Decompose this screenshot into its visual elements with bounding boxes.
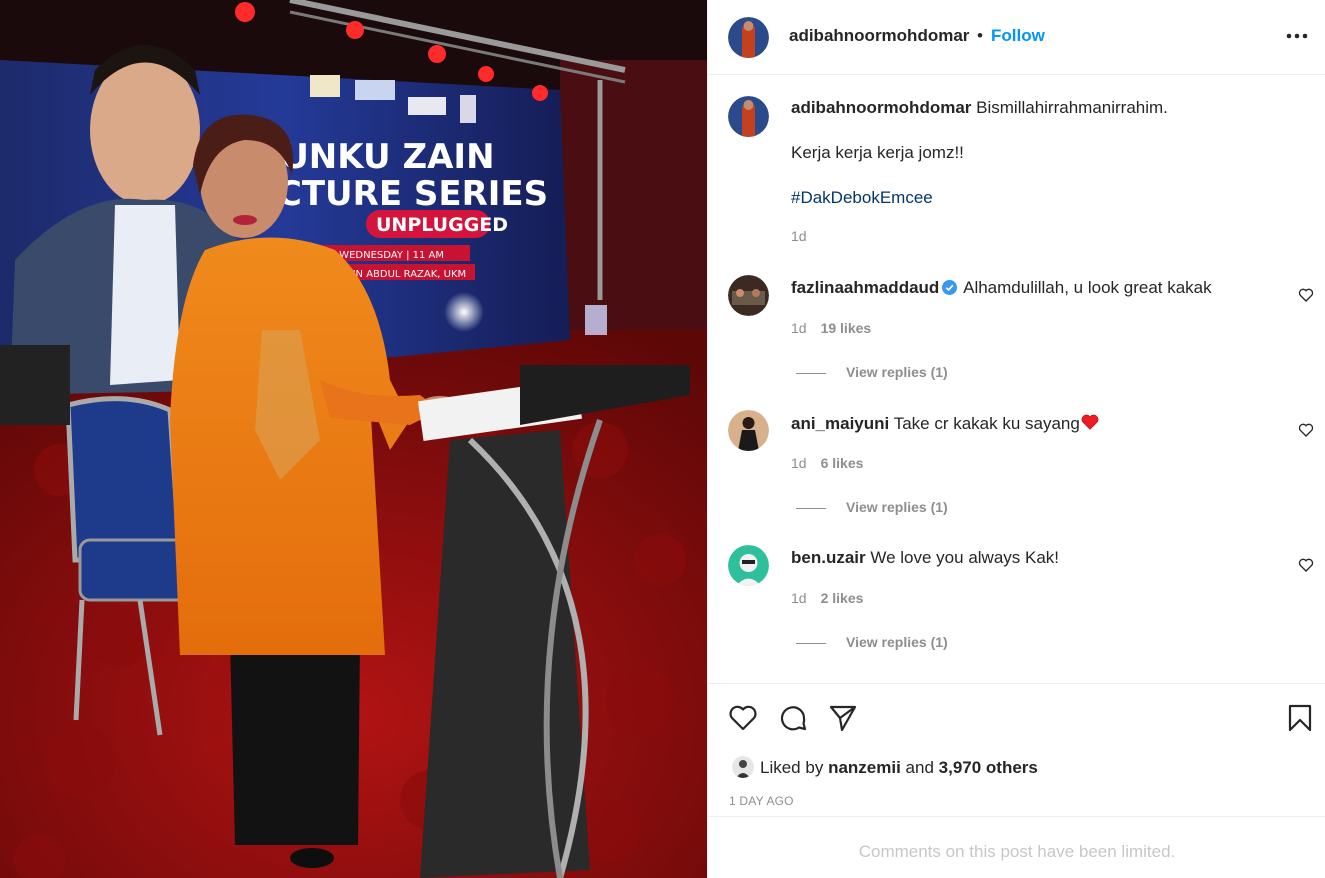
caption-hashtag[interactable]: #DakDebokEmcee — [791, 188, 933, 208]
comment-likes[interactable]: 6 likes — [821, 455, 864, 471]
heart-icon[interactable] — [727, 702, 759, 734]
post-image: TUNKU ZAIN LECTURE SERIES UNPLUGGED 2022… — [0, 0, 707, 878]
comment-avatar[interactable] — [728, 410, 769, 451]
comment-meta: 1d 19 likes — [791, 320, 871, 336]
view-replies-button[interactable]: View replies (1) — [796, 364, 948, 380]
comment-username[interactable]: ben.uzair — [791, 548, 866, 567]
caption-time: 1d — [791, 228, 807, 244]
view-replies-label: View replies (1) — [846, 634, 948, 650]
comment-username[interactable]: fazlinaahmaddaud — [791, 278, 939, 297]
comment-text: fazlinaahmaddaud Alhamdulillah, u look g… — [791, 277, 1281, 299]
caption-username[interactable]: adibahnoormohdomar — [791, 98, 971, 117]
verified-badge-icon — [942, 280, 958, 295]
post-actions: Liked by nanzemii and 3,970 others 1 DAY… — [708, 683, 1325, 878]
comment-icon[interactable] — [777, 702, 809, 734]
author-avatar[interactable] — [728, 17, 769, 58]
comment-time: 1d — [791, 455, 807, 471]
red-heart-emoji — [1081, 414, 1099, 430]
comments-limited-notice: Comments on this post have been limited. — [708, 816, 1325, 878]
replies-line — [796, 372, 826, 374]
view-replies-button[interactable]: View replies (1) — [796, 499, 948, 515]
comment-text: ben.uzair We love you always Kak! — [791, 547, 1281, 569]
comment-avatar[interactable] — [728, 545, 769, 586]
caption-avatar[interactable] — [728, 96, 769, 137]
author-username[interactable]: adibahnoormohdomar — [789, 26, 969, 46]
comments-list: adibahnoormohdomar Bismillahirrahmanirra… — [708, 76, 1325, 683]
comment-like-heart-icon[interactable] — [1298, 287, 1314, 303]
svg-text:TUNKU ZAIN: TUNKU ZAIN — [258, 137, 495, 177]
liked-by-conj: and — [905, 758, 934, 777]
comment-body: Take cr kakak ku sayang — [893, 414, 1080, 433]
view-replies-label: View replies (1) — [846, 364, 948, 380]
comment-likes[interactable]: 2 likes — [821, 590, 864, 606]
comment-like-heart-icon[interactable] — [1298, 422, 1314, 438]
caption-body: Bismillahirrahmanirrahim. — [976, 98, 1168, 117]
comment-time: 1d — [791, 320, 807, 336]
post-side-panel: adibahnoormohdomar • Follow adibahnoormo… — [707, 0, 1325, 878]
comment-body: We love you always Kak! — [870, 548, 1060, 567]
replies-line — [796, 507, 826, 509]
post-timestamp[interactable]: 1 DAY AGO — [729, 794, 794, 808]
comment-body: Alhamdulillah, u look great kakak — [963, 278, 1212, 297]
caption-time-value: 1d — [791, 228, 807, 244]
comment-meta: 1d 6 likes — [791, 455, 863, 471]
liker-avatar[interactable] — [732, 756, 754, 778]
likes-summary: Liked by nanzemii and 3,970 others — [732, 756, 1038, 778]
bookmark-icon[interactable] — [1284, 702, 1316, 734]
comment-text: ani_maiyuni Take cr kakak ku sayang — [791, 412, 1281, 435]
comment-avatar[interactable] — [728, 275, 769, 316]
replies-line — [796, 642, 826, 644]
svg-text:UNPLUGGED: UNPLUGGED — [376, 214, 508, 236]
comment-meta: 1d 2 likes — [791, 590, 863, 606]
liked-by-prefix: Liked by — [760, 758, 824, 777]
more-horizontal-icon[interactable] — [1284, 24, 1310, 48]
comment-like-heart-icon[interactable] — [1298, 557, 1314, 573]
follow-button[interactable]: Follow — [991, 26, 1045, 46]
view-replies-button[interactable]: View replies (1) — [796, 634, 948, 650]
post-photo[interactable]: TUNKU ZAIN LECTURE SERIES UNPLUGGED 2022… — [0, 0, 707, 878]
separator-dot: • — [977, 26, 983, 45]
send-icon[interactable] — [827, 702, 859, 734]
post-header: adibahnoormohdomar • Follow — [708, 0, 1325, 75]
comment-likes[interactable]: 19 likes — [821, 320, 872, 336]
comment-username[interactable]: ani_maiyuni — [791, 414, 889, 433]
caption-text: adibahnoormohdomar Bismillahirrahmanirra… — [791, 97, 1281, 119]
comment-time: 1d — [791, 590, 807, 606]
caption-line2: Kerja kerja kerja jomz!! — [791, 143, 964, 162]
liked-by-user[interactable]: nanzemii — [828, 758, 901, 777]
view-replies-label: View replies (1) — [846, 499, 948, 515]
liked-by-others[interactable]: 3,970 others — [939, 758, 1038, 777]
